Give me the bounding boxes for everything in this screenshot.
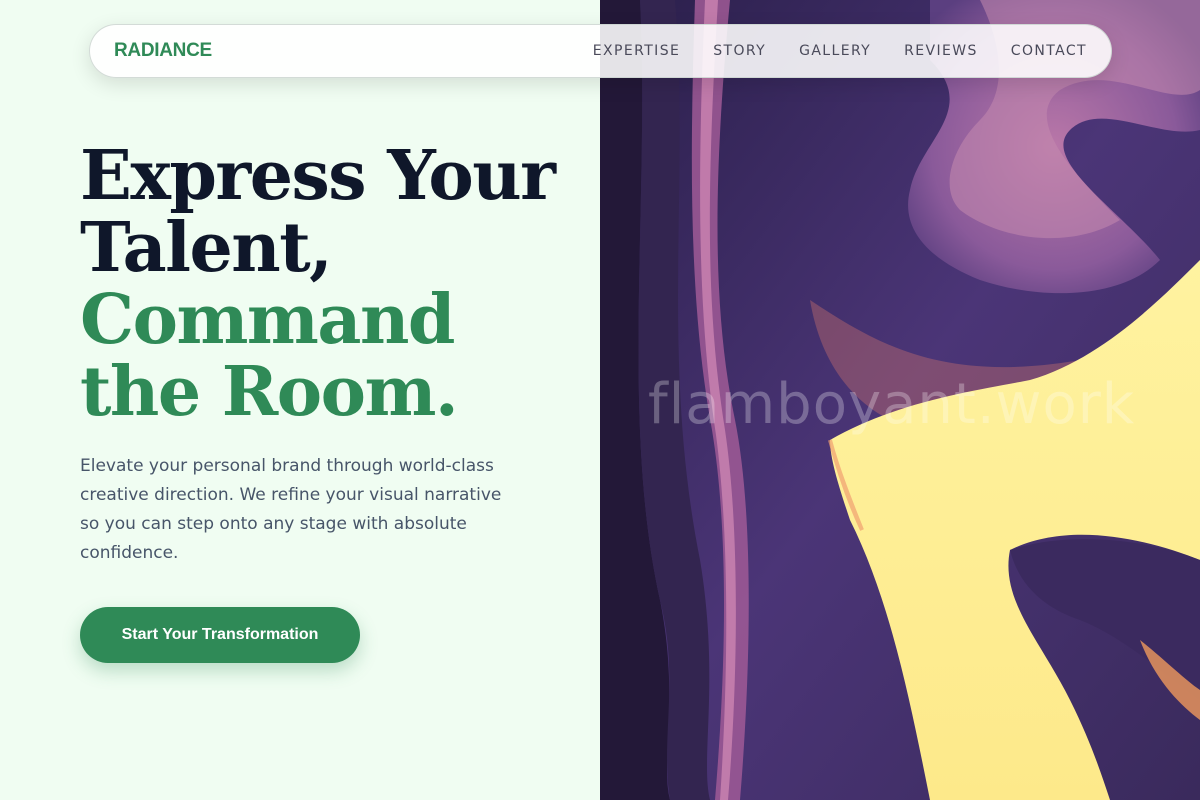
watermark-text: flamboyant.work xyxy=(648,372,1136,437)
hero-artwork: flamboyant.work xyxy=(600,0,1200,800)
nav-link-reviews[interactable]: REVIEWS xyxy=(904,43,978,59)
hero-description: Elevate your personal brand through worl… xyxy=(80,456,502,563)
hero-title-accent-line-2: the Room. xyxy=(80,352,459,432)
nav-link-story[interactable]: STORY xyxy=(713,43,766,59)
hero-title-line-1: Express Your xyxy=(80,136,556,216)
nav-link-contact[interactable]: CONTACT xyxy=(1011,43,1087,59)
brand-logo[interactable]: RADIANCE xyxy=(114,40,212,62)
start-transformation-button[interactable]: Start Your Transformation xyxy=(80,607,360,663)
nav-link-expertise[interactable]: EXPERTISE xyxy=(593,43,680,59)
hero-title-line-2: Talent, xyxy=(80,208,333,288)
top-nav: RADIANCE EXPERTISE STORY GALLERY REVIEWS… xyxy=(89,24,1112,78)
hero-title-accent-line-1: Command xyxy=(80,280,455,360)
hero-title: Express Your Talent, Command the Room. xyxy=(80,140,580,428)
nav-link-gallery[interactable]: GALLERY xyxy=(799,43,871,59)
nav-links: EXPERTISE STORY GALLERY REVIEWS CONTACT xyxy=(593,43,1087,59)
